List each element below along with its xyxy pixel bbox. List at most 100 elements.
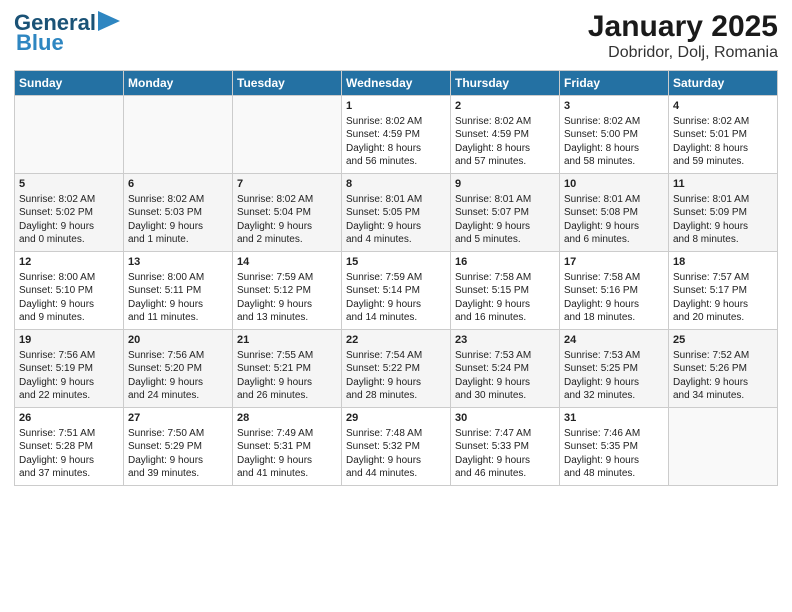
day-number: 29 — [346, 411, 446, 426]
day-content-line: and 37 minutes. — [19, 467, 119, 481]
day-number: 15 — [346, 255, 446, 270]
day-number: 24 — [564, 333, 664, 348]
day-content-line: Daylight: 8 hours — [346, 142, 446, 156]
day-content-line: Sunset: 4:59 PM — [455, 128, 555, 142]
day-content-line: Sunrise: 7:50 AM — [128, 427, 228, 441]
day-content-line: Sunset: 5:20 PM — [128, 362, 228, 376]
day-content-line: and 58 minutes. — [564, 155, 664, 169]
table-row: 1Sunrise: 8:02 AMSunset: 4:59 PMDaylight… — [342, 96, 451, 174]
col-tuesday: Tuesday — [233, 71, 342, 96]
table-row: 8Sunrise: 8:01 AMSunset: 5:05 PMDaylight… — [342, 174, 451, 252]
day-content-line: Daylight: 9 hours — [564, 376, 664, 390]
day-number: 25 — [673, 333, 773, 348]
day-content-line: Daylight: 9 hours — [128, 220, 228, 234]
table-row: 23Sunrise: 7:53 AMSunset: 5:24 PMDayligh… — [451, 330, 560, 408]
table-row: 6Sunrise: 8:02 AMSunset: 5:03 PMDaylight… — [124, 174, 233, 252]
table-row: 12Sunrise: 8:00 AMSunset: 5:10 PMDayligh… — [15, 252, 124, 330]
day-content-line: Sunrise: 7:49 AM — [237, 427, 337, 441]
table-row: 26Sunrise: 7:51 AMSunset: 5:28 PMDayligh… — [15, 408, 124, 486]
day-number: 12 — [19, 255, 119, 270]
day-content-line: Sunset: 5:03 PM — [128, 206, 228, 220]
day-content-line: Daylight: 9 hours — [455, 220, 555, 234]
day-content-line: Sunrise: 8:01 AM — [564, 193, 664, 207]
day-number: 26 — [19, 411, 119, 426]
day-content-line: Sunset: 5:24 PM — [455, 362, 555, 376]
day-content-line: Sunset: 5:14 PM — [346, 284, 446, 298]
day-number: 18 — [673, 255, 773, 270]
day-content-line: and 56 minutes. — [346, 155, 446, 169]
day-number: 14 — [237, 255, 337, 270]
day-number: 27 — [128, 411, 228, 426]
day-number: 19 — [19, 333, 119, 348]
day-content-line: Sunrise: 7:56 AM — [128, 349, 228, 363]
day-content-line: Sunset: 5:28 PM — [19, 440, 119, 454]
day-number: 5 — [19, 177, 119, 192]
day-content-line: Sunset: 5:35 PM — [564, 440, 664, 454]
day-content-line: Sunset: 5:12 PM — [237, 284, 337, 298]
day-content-line: and 57 minutes. — [455, 155, 555, 169]
day-content-line: Sunrise: 7:51 AM — [19, 427, 119, 441]
table-row: 27Sunrise: 7:50 AMSunset: 5:29 PMDayligh… — [124, 408, 233, 486]
title-block: January 2025 Dobridor, Dolj, Romania — [588, 10, 778, 62]
logo: General Blue — [14, 10, 120, 56]
day-content-line: and 22 minutes. — [19, 389, 119, 403]
calendar-week-row: 12Sunrise: 8:00 AMSunset: 5:10 PMDayligh… — [15, 252, 778, 330]
table-row: 2Sunrise: 8:02 AMSunset: 4:59 PMDaylight… — [451, 96, 560, 174]
day-content-line: Sunrise: 7:46 AM — [564, 427, 664, 441]
day-content-line: Sunrise: 7:58 AM — [455, 271, 555, 285]
day-content-line: and 2 minutes. — [237, 233, 337, 247]
day-content-line: and 44 minutes. — [346, 467, 446, 481]
day-content-line: Sunrise: 7:57 AM — [673, 271, 773, 285]
day-content-line: Daylight: 9 hours — [128, 298, 228, 312]
day-content-line: and 28 minutes. — [346, 389, 446, 403]
day-number: 7 — [237, 177, 337, 192]
col-wednesday: Wednesday — [342, 71, 451, 96]
day-content-line: Sunrise: 8:02 AM — [19, 193, 119, 207]
day-content-line: and 1 minute. — [128, 233, 228, 247]
day-content-line: Daylight: 9 hours — [237, 298, 337, 312]
day-number: 1 — [346, 99, 446, 114]
day-content-line: Sunset: 5:22 PM — [346, 362, 446, 376]
logo-blue: Blue — [16, 30, 64, 56]
day-content-line: and 8 minutes. — [673, 233, 773, 247]
day-content-line: Sunset: 5:33 PM — [455, 440, 555, 454]
table-row — [233, 96, 342, 174]
day-content-line: Sunset: 5:00 PM — [564, 128, 664, 142]
col-saturday: Saturday — [669, 71, 778, 96]
day-content-line: Sunrise: 7:53 AM — [455, 349, 555, 363]
day-content-line: Sunset: 5:26 PM — [673, 362, 773, 376]
day-content-line: Sunrise: 7:58 AM — [564, 271, 664, 285]
day-number: 20 — [128, 333, 228, 348]
day-content-line: Sunset: 5:10 PM — [19, 284, 119, 298]
day-content-line: Daylight: 9 hours — [673, 298, 773, 312]
day-content-line: Sunset: 5:17 PM — [673, 284, 773, 298]
day-content-line: and 39 minutes. — [128, 467, 228, 481]
day-content-line: Sunset: 5:32 PM — [346, 440, 446, 454]
day-number: 22 — [346, 333, 446, 348]
day-number: 9 — [455, 177, 555, 192]
day-number: 2 — [455, 99, 555, 114]
table-row: 11Sunrise: 8:01 AMSunset: 5:09 PMDayligh… — [669, 174, 778, 252]
day-number: 16 — [455, 255, 555, 270]
day-content-line: Daylight: 9 hours — [128, 454, 228, 468]
day-number: 21 — [237, 333, 337, 348]
day-content-line: Sunset: 5:16 PM — [564, 284, 664, 298]
table-row: 17Sunrise: 7:58 AMSunset: 5:16 PMDayligh… — [560, 252, 669, 330]
calendar-week-row: 19Sunrise: 7:56 AMSunset: 5:19 PMDayligh… — [15, 330, 778, 408]
col-friday: Friday — [560, 71, 669, 96]
day-content-line: Daylight: 9 hours — [346, 298, 446, 312]
table-row: 10Sunrise: 8:01 AMSunset: 5:08 PMDayligh… — [560, 174, 669, 252]
table-row: 28Sunrise: 7:49 AMSunset: 5:31 PMDayligh… — [233, 408, 342, 486]
table-row: 5Sunrise: 8:02 AMSunset: 5:02 PMDaylight… — [15, 174, 124, 252]
day-content-line: Daylight: 9 hours — [455, 454, 555, 468]
day-content-line: Daylight: 9 hours — [455, 376, 555, 390]
day-content-line: and 41 minutes. — [237, 467, 337, 481]
day-content-line: and 6 minutes. — [564, 233, 664, 247]
day-number: 4 — [673, 99, 773, 114]
day-content-line: Sunrise: 7:55 AM — [237, 349, 337, 363]
table-row: 9Sunrise: 8:01 AMSunset: 5:07 PMDaylight… — [451, 174, 560, 252]
day-content-line: Daylight: 8 hours — [564, 142, 664, 156]
calendar-week-row: 1Sunrise: 8:02 AMSunset: 4:59 PMDaylight… — [15, 96, 778, 174]
day-content-line: and 5 minutes. — [455, 233, 555, 247]
day-content-line: Sunrise: 7:59 AM — [346, 271, 446, 285]
